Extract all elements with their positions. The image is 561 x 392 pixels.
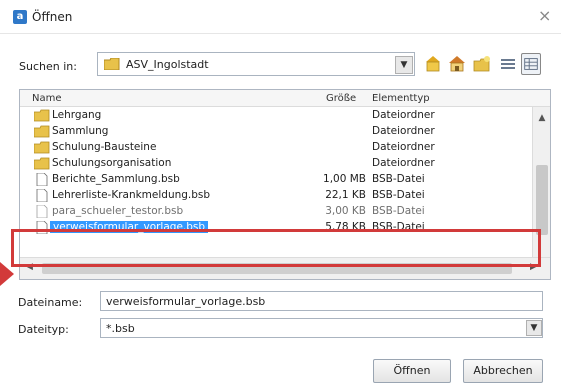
home-icon[interactable] <box>447 53 467 75</box>
close-icon[interactable]: × <box>538 7 551 25</box>
list-item[interactable]: Schulungsorganisation Dateiordner <box>20 156 532 172</box>
up-folder-icon[interactable] <box>423 53 443 75</box>
filename-field[interactable] <box>100 291 543 311</box>
filetype-value: *.bsb <box>106 322 135 335</box>
highlight-annotation <box>11 229 541 267</box>
column-header: Name Größe Elementtyp <box>20 90 550 107</box>
folder-icon <box>34 141 50 154</box>
lookin-combobox[interactable]: ASV_Ingolstadt <box>97 52 415 76</box>
folder-icon <box>34 125 50 138</box>
filetype-combobox[interactable]: *.bsb ▼ <box>100 318 543 338</box>
file-type: BSB-Datei <box>372 173 425 185</box>
new-folder-icon[interactable] <box>472 53 492 75</box>
file-name: Lehrgang <box>52 109 102 121</box>
column-size-header[interactable]: Größe <box>326 93 356 104</box>
open-button[interactable]: Öffnen <box>373 359 451 383</box>
list-item[interactable]: Berichte_Sammlung.bsb 1,00 MB BSB-Datei <box>20 172 532 188</box>
file-name: Berichte_Sammlung.bsb <box>52 173 180 185</box>
document-icon <box>36 189 48 202</box>
arrow-icon <box>0 262 14 286</box>
folder-icon <box>104 58 120 70</box>
file-name: Sammlung <box>52 125 109 137</box>
column-type-header[interactable]: Elementtyp <box>372 93 430 104</box>
chevron-down-icon[interactable]: ▼ <box>395 56 413 74</box>
filetype-label: Dateityp: <box>18 323 69 336</box>
folder-icon <box>34 157 50 170</box>
document-icon <box>36 173 48 186</box>
folder-icon <box>34 109 50 122</box>
open-file-dialog: a Öffnen × Suchen in: ASV_Ingolstadt ▼ N… <box>0 0 561 392</box>
title-bar: a Öffnen × <box>0 0 561 34</box>
file-size: 1,00 MB <box>323 173 366 185</box>
file-type: BSB-Datei <box>372 205 425 217</box>
file-type: Dateiordner <box>372 109 435 121</box>
lookin-value: ASV_Ingolstadt <box>126 58 209 71</box>
file-type: Dateiordner <box>372 157 435 169</box>
scroll-thumb[interactable] <box>536 165 548 235</box>
file-size: 3,00 KB <box>325 205 366 217</box>
document-icon <box>36 205 48 218</box>
file-name: Schulungsorganisation <box>52 157 172 169</box>
file-type: Dateiordner <box>372 125 435 137</box>
file-name: Lehrerliste-Krankmeldung.bsb <box>52 189 211 201</box>
list-item[interactable]: Schulung-Bausteine Dateiordner <box>20 140 532 156</box>
column-name-header[interactable]: Name <box>32 93 62 104</box>
file-name: Schulung-Bausteine <box>52 141 157 153</box>
file-type: BSB-Datei <box>372 189 425 201</box>
dialog-title: Öffnen <box>32 10 73 24</box>
scroll-up-icon[interactable]: ▲ <box>535 113 549 127</box>
chevron-down-icon[interactable]: ▼ <box>526 320 542 336</box>
list-view-icon[interactable] <box>498 53 518 75</box>
details-view-icon[interactable] <box>521 53 541 75</box>
app-icon: a <box>13 10 27 24</box>
lookin-label: Suchen in: <box>19 60 77 73</box>
cancel-button[interactable]: Abbrechen <box>463 359 543 383</box>
filename-label: Dateiname: <box>18 296 83 309</box>
list-item[interactable]: para_schueler_testor.bsb 3,00 KB BSB-Dat… <box>20 204 532 220</box>
list-item[interactable]: Sammlung Dateiordner <box>20 124 532 140</box>
list-item[interactable]: Lehrerliste-Krankmeldung.bsb 22,1 KB BSB… <box>20 188 532 204</box>
file-type: Dateiordner <box>372 141 435 153</box>
file-name: para_schueler_testor.bsb <box>52 205 184 217</box>
file-size: 22,1 KB <box>325 189 366 201</box>
list-item[interactable]: Lehrgang Dateiordner <box>20 108 532 124</box>
